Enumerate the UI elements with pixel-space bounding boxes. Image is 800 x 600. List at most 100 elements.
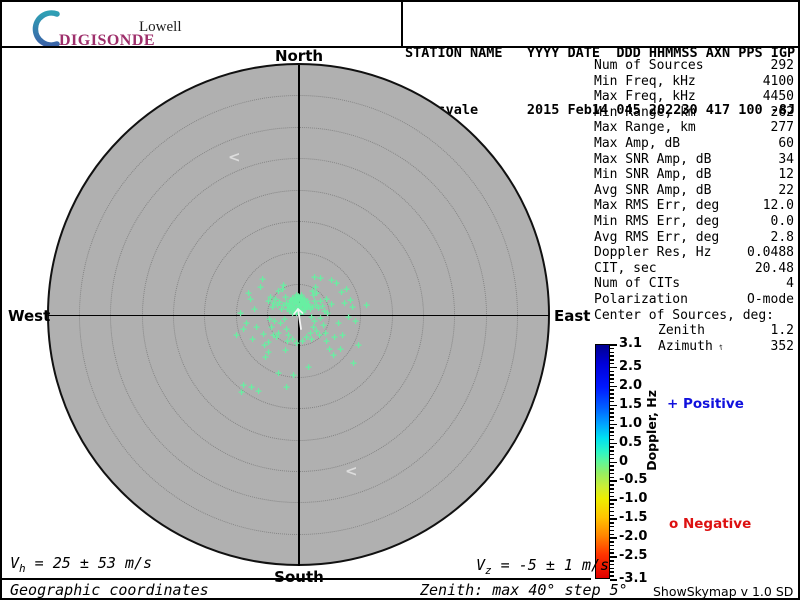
stat-label: Center of Sources, deg: bbox=[594, 308, 774, 324]
stat-value: 4450 bbox=[763, 89, 794, 105]
colorbar-tick-label: 1.5 bbox=[619, 397, 642, 412]
colorbar-tick-label: 0 bbox=[619, 454, 628, 469]
colorbar-minor-tick bbox=[610, 477, 614, 479]
stat-value: 0.0488 bbox=[747, 245, 794, 261]
stat-value: 20.48 bbox=[755, 261, 794, 277]
source-marker: + bbox=[349, 302, 356, 313]
colorbar-tick-label: 0.5 bbox=[619, 435, 642, 450]
stat-label: Max Range, km bbox=[594, 120, 696, 136]
colorbar-tick-label: -1.5 bbox=[619, 510, 647, 525]
source-marker: + bbox=[341, 298, 348, 309]
colorbar-minor-tick bbox=[610, 389, 614, 391]
colorbar-minor-tick bbox=[610, 374, 614, 376]
colorbar-minor-tick bbox=[610, 412, 614, 414]
colorbar-tick-label: 2.5 bbox=[619, 359, 642, 374]
colorbar-minor-tick bbox=[610, 526, 614, 528]
stat-row: Min Range, km262 bbox=[594, 105, 794, 121]
stat-value: 277 bbox=[771, 120, 794, 136]
colorbar-minor-tick bbox=[610, 352, 614, 354]
stat-label: Polarization bbox=[594, 292, 688, 308]
source-marker: + bbox=[337, 344, 344, 355]
colorbar-major-tick bbox=[610, 556, 617, 558]
source-marker: + bbox=[282, 345, 289, 356]
colorbar-major-tick bbox=[610, 424, 617, 426]
center-velocity-arrow-icon bbox=[292, 304, 308, 332]
source-marker: + bbox=[245, 288, 252, 299]
stat-label: Zenith bbox=[594, 323, 705, 339]
stat-row: Max RMS Err, deg12.0 bbox=[594, 198, 794, 214]
version-label: ShowSkymap v 1.0 SD v 5.1 bbox=[653, 584, 798, 600]
compass-label-north: North bbox=[275, 47, 323, 65]
stat-value: 4 bbox=[786, 276, 794, 292]
stat-row: CIT, sec 20.48 bbox=[594, 261, 794, 277]
colorbar-minor-tick bbox=[610, 488, 614, 490]
colorbar-minor-tick bbox=[610, 549, 614, 551]
source-marker: + bbox=[275, 368, 282, 379]
colorbar-minor-tick bbox=[610, 355, 614, 357]
source-marker: + bbox=[330, 350, 337, 361]
source-marker: + bbox=[270, 330, 277, 341]
source-marker: + bbox=[328, 299, 335, 310]
vh-symbol: V bbox=[10, 554, 19, 572]
colorbar-tick-label: 1.0 bbox=[619, 416, 642, 431]
source-marker: + bbox=[265, 296, 272, 307]
colorbar-minor-tick bbox=[610, 420, 614, 422]
colorbar-minor-tick bbox=[610, 393, 614, 395]
colorbar-minor-tick bbox=[610, 458, 614, 460]
source-marker: + bbox=[293, 338, 300, 349]
source-marker: + bbox=[237, 308, 244, 319]
stat-label: CIT, sec bbox=[594, 261, 657, 277]
source-marker: + bbox=[248, 382, 255, 393]
chevron-glyph: < bbox=[228, 148, 241, 166]
colorbar-minor-tick bbox=[610, 439, 614, 441]
colorbar-major-tick bbox=[610, 537, 617, 539]
colorbar-minor-tick bbox=[610, 397, 614, 399]
stat-value: 2.8 bbox=[771, 230, 794, 246]
stat-row: Min SNR Amp, dB12 bbox=[594, 167, 794, 183]
stat-row: Min RMS Err, deg0.0 bbox=[594, 214, 794, 230]
source-marker: + bbox=[240, 324, 247, 335]
stat-row: Max SNR Amp, dB34 bbox=[594, 152, 794, 168]
colorbar-minor-tick bbox=[610, 541, 614, 543]
source-marker: + bbox=[317, 273, 324, 284]
colorbar-minor-tick bbox=[610, 469, 614, 471]
compass-label-east: East bbox=[554, 307, 590, 325]
stat-value: 34 bbox=[778, 152, 794, 168]
skymap-window: Lowell DIGISONDE STATION NAME YYYY DATE … bbox=[0, 0, 800, 600]
source-marker: + bbox=[343, 284, 350, 295]
colorbar-minor-tick bbox=[610, 568, 614, 570]
colorbar-tick-label: -2.5 bbox=[619, 548, 647, 563]
source-marker: + bbox=[350, 358, 357, 369]
legend-negative: o Negative bbox=[669, 516, 751, 532]
stat-value: 22 bbox=[778, 183, 794, 199]
vz-symbol: V bbox=[476, 556, 485, 574]
stat-label: Num of CITs bbox=[594, 276, 680, 292]
source-marker: + bbox=[355, 340, 362, 351]
stat-row: Max Amp, dB60 bbox=[594, 136, 794, 152]
colorbar-minor-tick bbox=[610, 359, 614, 361]
colorbar-tick-label: -1.0 bbox=[619, 491, 647, 506]
chevron-glyph: < bbox=[345, 462, 358, 480]
colorbar-minor-tick bbox=[610, 427, 614, 429]
source-marker: + bbox=[363, 300, 370, 311]
stat-label: Min Range, km bbox=[594, 105, 696, 121]
stat-label: Min RMS Err, deg bbox=[594, 214, 719, 230]
vh-subscript: h bbox=[19, 562, 26, 575]
source-marker: + bbox=[283, 382, 290, 393]
stat-value: 1.2 bbox=[771, 323, 794, 339]
vz-subscript: z bbox=[485, 564, 492, 577]
colorbar-minor-tick bbox=[610, 496, 614, 498]
stat-value: 4100 bbox=[763, 74, 794, 90]
colorbar-minor-tick bbox=[610, 484, 614, 486]
stat-value: O-mode bbox=[747, 292, 794, 308]
stat-row: Doppler Res, Hz0.0488 bbox=[594, 245, 794, 261]
stat-row: Center of Sources, deg: bbox=[594, 308, 794, 324]
source-marker: + bbox=[253, 322, 260, 333]
header-divider bbox=[401, 2, 403, 46]
colorbar-major-tick bbox=[610, 386, 617, 388]
colorbar-minor-tick bbox=[610, 560, 614, 562]
stat-label: Min SNR Amp, dB bbox=[594, 167, 711, 183]
colorbar-tick-label: -2.0 bbox=[619, 529, 647, 544]
zenith-range-label: Zenith: max 40° step 5° bbox=[420, 581, 628, 599]
colorbar-major-tick bbox=[610, 499, 617, 501]
